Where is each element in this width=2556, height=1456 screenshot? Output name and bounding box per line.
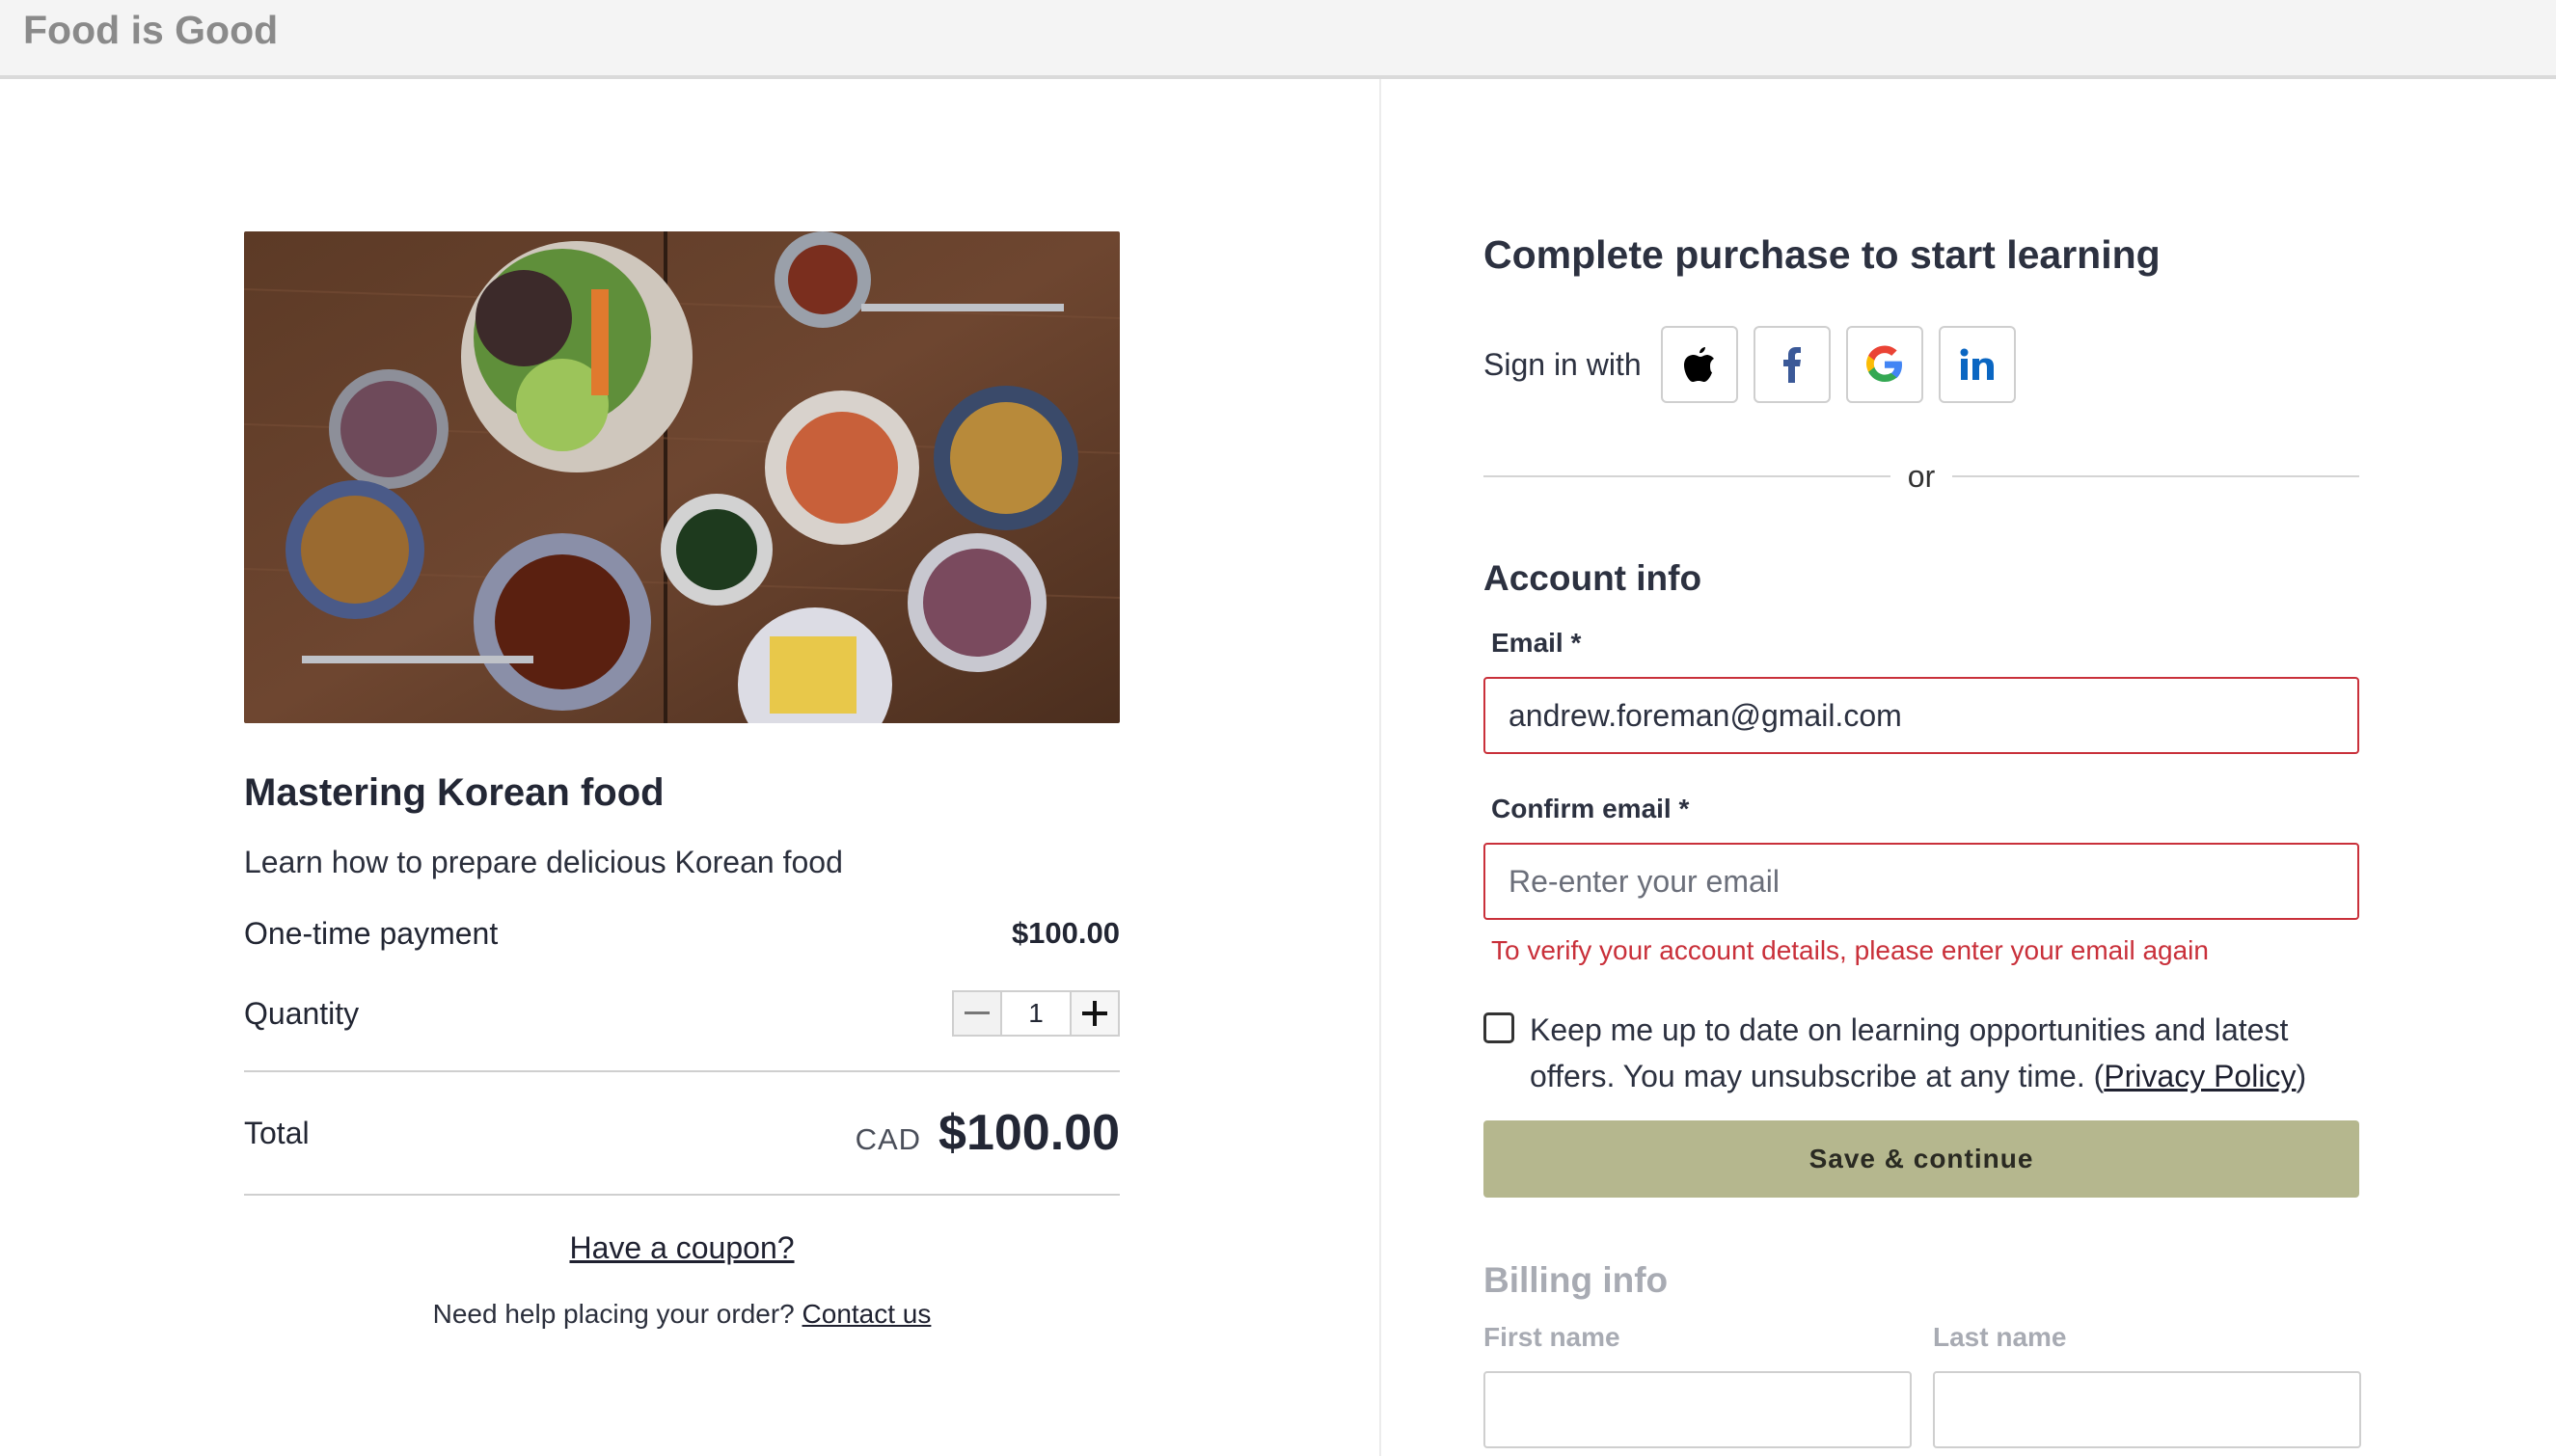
increment-button[interactable] <box>1070 990 1120 1037</box>
total-value: $100.00 <box>938 1105 1120 1161</box>
first-name-group: First name <box>1483 1321 1912 1448</box>
coupon-link[interactable]: Have a coupon? <box>569 1230 794 1265</box>
newsletter-text: Keep me up to date on learning opportuni… <box>1530 1007 2359 1099</box>
help-section: Need help placing your order? Contact us <box>244 1299 1120 1330</box>
newsletter-close: ) <box>2296 1059 2307 1093</box>
last-name-group: Last name <box>1933 1321 2361 1448</box>
facebook-signin-button[interactable] <box>1753 326 1831 403</box>
quantity-stepper: 1 <box>952 990 1120 1037</box>
apple-icon <box>1683 347 1714 382</box>
decrement-button[interactable] <box>952 990 1002 1037</box>
billing-info-heading: Billing info <box>1483 1260 1669 1300</box>
quantity-value[interactable]: 1 <box>1002 990 1070 1037</box>
coupon-section: Have a coupon? <box>244 1230 1120 1266</box>
google-signin-button[interactable] <box>1845 326 1923 403</box>
or-divider: or <box>1483 457 2360 496</box>
google-icon <box>1865 345 1902 382</box>
course-description: Learn how to prepare delicious Korean fo… <box>244 845 843 879</box>
or-line-right <box>1952 475 2360 477</box>
course-title: Mastering Korean food <box>244 771 665 814</box>
payment-label: One-time payment <box>244 915 499 951</box>
linkedin-icon <box>1960 348 1994 380</box>
checkout-heading: Complete purchase to start learning <box>1483 232 2161 277</box>
or-line-left <box>1483 475 1890 477</box>
product-image <box>244 231 1120 723</box>
privacy-policy-link[interactable]: Privacy Policy <box>2104 1059 2296 1093</box>
minus-icon <box>965 1011 990 1014</box>
separator <box>244 1194 1120 1196</box>
account-info-heading: Account info <box>1483 558 1702 598</box>
facebook-icon <box>1782 347 1801 383</box>
column-divider <box>1379 79 1381 1456</box>
last-name-field[interactable] <box>1933 1371 2361 1448</box>
checkout-form: Complete purchase to start learning Sign… <box>1483 228 2361 1448</box>
first-name-field[interactable] <box>1483 1371 1912 1448</box>
newsletter-optin: Keep me up to date on learning opportuni… <box>1483 1007 2359 1099</box>
brand-logo-text[interactable]: Food is Good <box>23 8 278 53</box>
signin-label: Sign in with <box>1483 346 1642 382</box>
email-field[interactable] <box>1483 677 2359 754</box>
last-name-label: Last name <box>1933 1322 2067 1352</box>
social-signin: Sign in with <box>1483 326 2359 403</box>
payment-price: $100.00 <box>1011 916 1120 950</box>
help-text: Need help placing your order? <box>432 1299 795 1329</box>
plus-icon <box>1082 1001 1107 1026</box>
quantity-row: Quantity 1 <box>244 989 1120 1038</box>
total-currency: CAD <box>855 1122 922 1156</box>
billing-name-row: First name Last name <box>1483 1321 2361 1448</box>
confirm-email-error: To verify your account details, please e… <box>1491 935 2209 965</box>
confirm-email-label: Confirm email * <box>1491 794 1690 823</box>
total-amount: CAD $100.00 <box>856 1104 1120 1162</box>
quantity-label: Quantity <box>244 995 360 1031</box>
top-bar: Food is Good <box>0 0 2556 79</box>
apple-signin-button[interactable] <box>1660 326 1738 403</box>
confirm-email-field[interactable] <box>1483 843 2359 920</box>
payment-row: One-time payment $100.00 <box>244 914 1120 953</box>
first-name-label: First name <box>1483 1322 1620 1352</box>
total-row: Total CAD $100.00 <box>244 1072 1120 1194</box>
or-text: or <box>1907 458 1936 494</box>
newsletter-checkbox[interactable] <box>1483 1012 1514 1043</box>
contact-us-link[interactable]: Contact us <box>802 1299 932 1329</box>
email-label: Email * <box>1491 628 1582 658</box>
linkedin-signin-button[interactable] <box>1938 326 2016 403</box>
order-summary: Mastering Korean food Learn how to prepa… <box>244 231 1120 1330</box>
save-continue-button[interactable]: Save & continue <box>1483 1120 2359 1198</box>
total-label: Total <box>244 1115 310 1150</box>
